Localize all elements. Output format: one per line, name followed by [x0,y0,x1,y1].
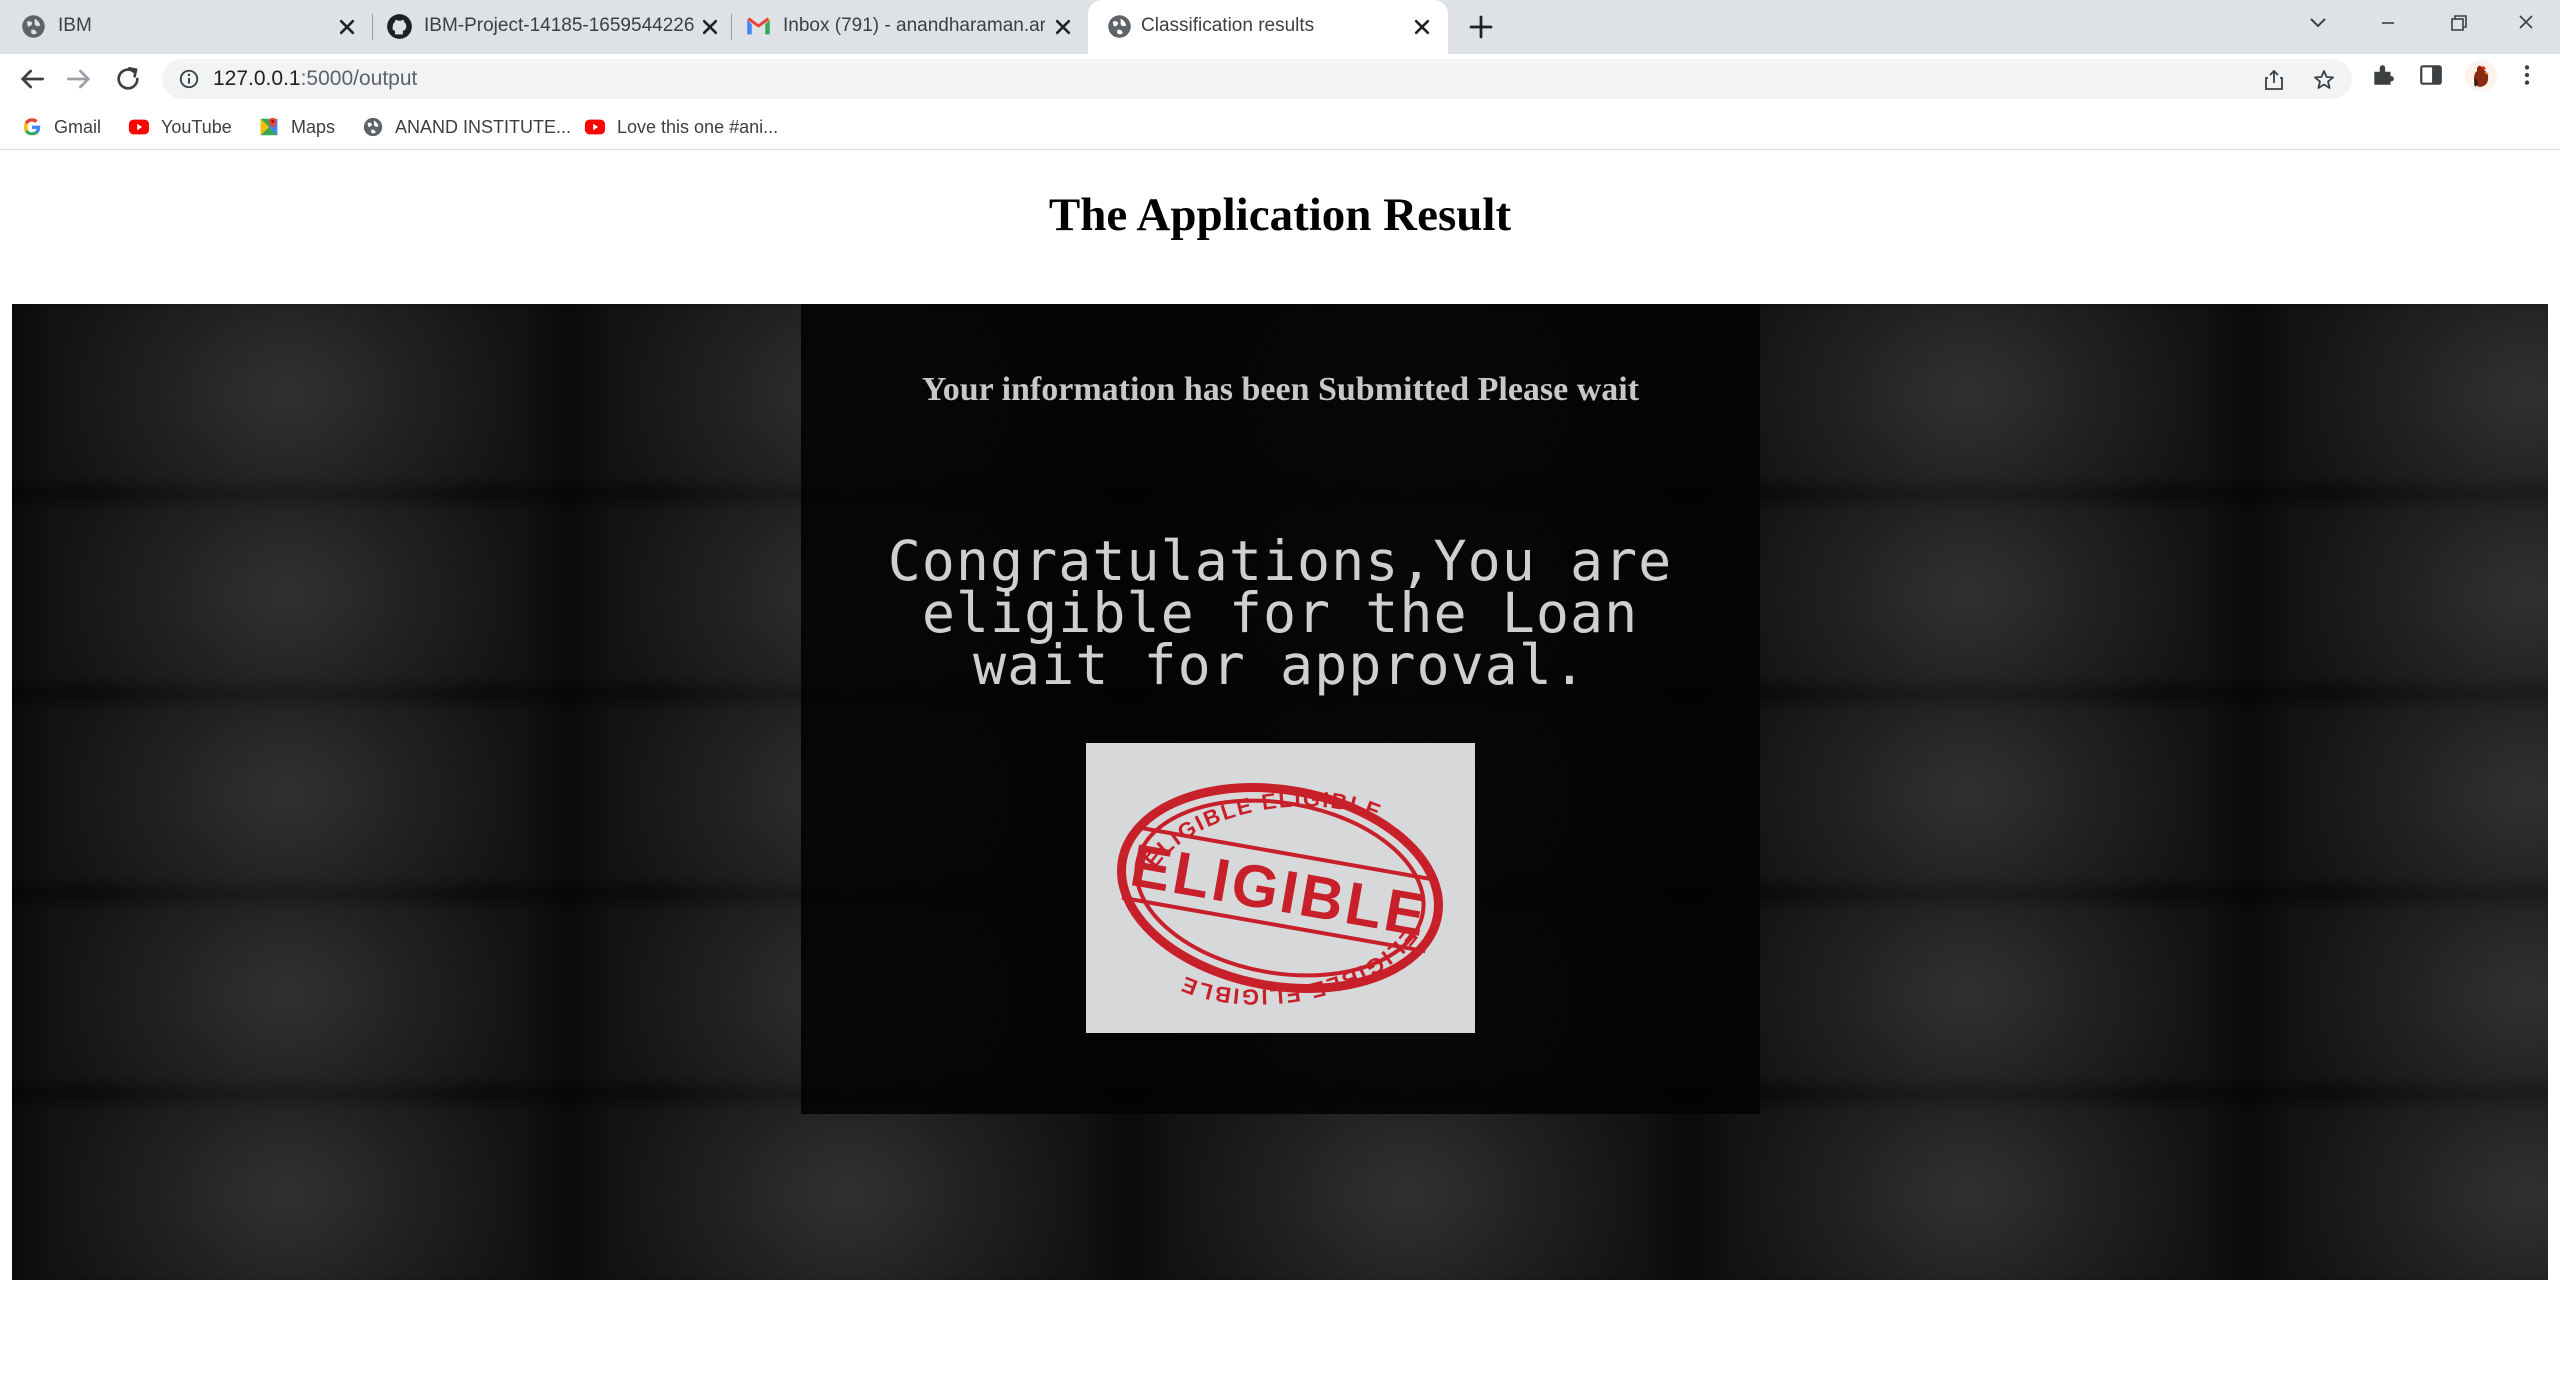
tab-strip: IBM IBM-Project-14185-1659544226/ Inbox … [0,0,2560,54]
tab-title: Classification results [1141,15,1315,36]
bookmark-label: YouTube [161,116,232,137]
maps-icon [260,117,278,136]
share-icon[interactable] [2262,68,2286,92]
profile-avatar[interactable] [2465,60,2497,92]
site-info-icon[interactable] [178,68,200,90]
bookmark-label: Maps [291,116,336,137]
tab-title: IBM [58,15,92,36]
bookmark-love-this-one[interactable]: Love this one #ani... [584,113,778,141]
new-tab-icon[interactable] [1466,12,1496,42]
bookmark-maps[interactable]: Maps [258,113,335,141]
bookmark-anand-institute[interactable]: ANAND INSTITUTE... [362,113,571,141]
bookmarks-bar: Gmail YouTube Maps ANAND INSTITUTE... Lo… [0,104,2560,150]
forward-arrow-icon[interactable] [63,63,95,95]
tab-title: Inbox (791) - anandharaman.ar01 [783,15,1045,36]
loan-result-message: Congratulations,You are eligible for the… [887,529,1673,697]
youtube-icon [584,119,606,135]
page-title: The Application Result [1048,189,1512,241]
restore-icon[interactable] [2438,8,2478,38]
eligible-stamp-image: ELIGIBLE ELIGIBLE ELIGIBLE ELIGIBLE ELIG… [1086,743,1475,1033]
bookmark-label: Love this one #ani... [617,116,779,137]
bookmark-label: Gmail [54,116,102,137]
github-icon [387,14,412,39]
menu-kebab-icon[interactable] [2514,62,2540,88]
back-arrow-icon[interactable] [16,63,48,95]
globe-icon [22,15,45,38]
url-text: 127.0.0.1:5000/output [213,67,417,91]
browser-toolbar: 127.0.0.1:5000/output [0,54,2560,104]
bookmark-star-icon[interactable] [2312,68,2336,92]
globe-icon [363,117,383,137]
address-bar[interactable]: 127.0.0.1:5000/output [162,59,2352,99]
tab-gmail[interactable]: Inbox (791) - anandharaman.ar01 [733,0,1085,54]
youtube-icon [128,119,150,135]
close-tab-icon[interactable] [696,13,724,41]
tab-classification-results[interactable]: Classification results [1088,0,1448,54]
side-panel-icon[interactable] [2418,62,2444,88]
tab-title: IBM-Project-14185-1659544226/ [424,15,694,36]
bookmark-gmail[interactable]: Gmail [21,113,101,141]
close-tab-icon[interactable] [1049,13,1077,41]
extensions-icon[interactable] [2370,62,2396,88]
tab-github[interactable]: IBM-Project-14185-1659544226/ [374,0,740,54]
eligible-stamp-graphic: ELIGIBLE ELIGIBLE ELIGIBLE ELIGIBLE ELIG… [1117,783,1443,1010]
close-tab-icon[interactable] [333,13,361,41]
close-window-icon[interactable] [2506,8,2546,38]
tab-separator [372,14,373,40]
close-tab-icon[interactable] [1408,13,1436,41]
bookmark-youtube[interactable]: YouTube [128,113,232,141]
submission-status-message: Your information has been Submitted Plea… [921,371,1640,408]
tab-search-chevron-icon[interactable] [2298,8,2338,38]
minimize-icon[interactable] [2368,8,2408,38]
tab-separator [731,14,732,40]
url-host: 127.0.0.1 [213,67,301,90]
globe-icon [1108,15,1131,38]
google-icon [24,118,41,136]
gmail-icon [747,17,770,35]
url-path: :5000/output [300,67,418,90]
tab-ibm[interactable]: IBM [0,0,366,54]
reload-icon[interactable] [112,63,144,95]
profile-rooster-icon [2465,60,2497,92]
bookmark-label: ANAND INSTITUTE... [395,116,572,137]
